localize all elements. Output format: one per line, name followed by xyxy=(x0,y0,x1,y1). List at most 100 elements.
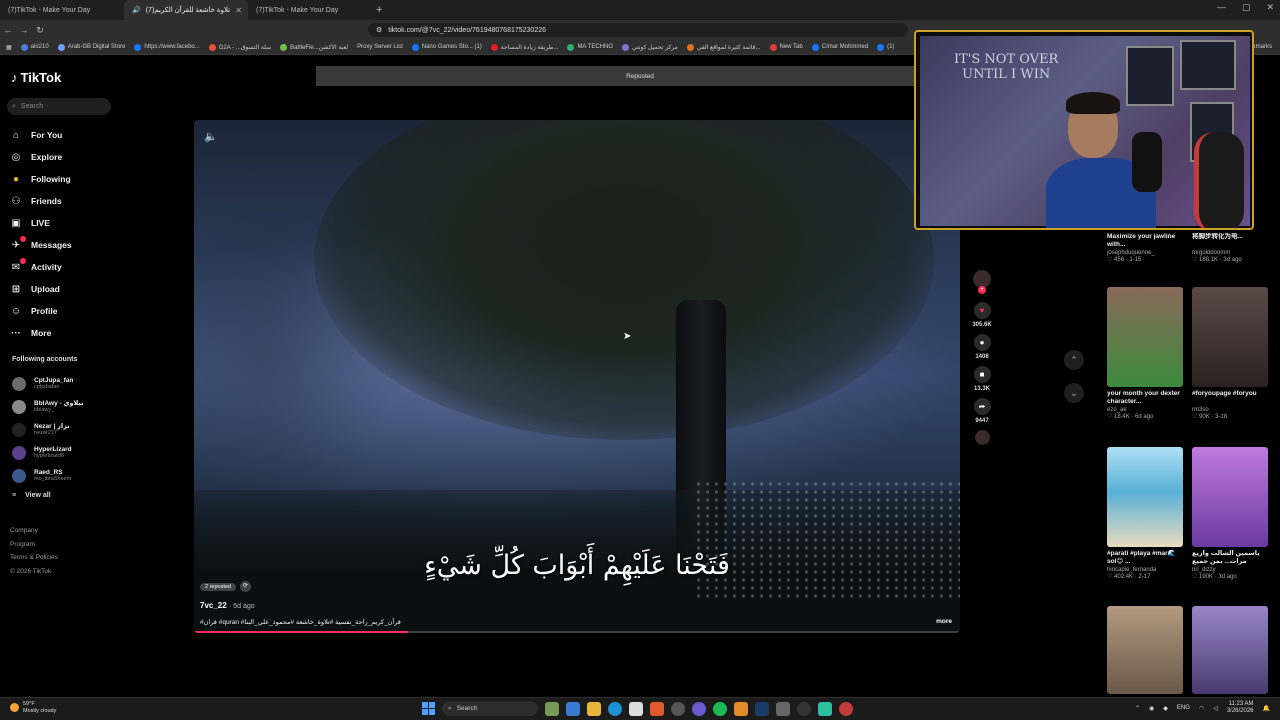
browser-tab-active[interactable]: 🔊 (7)تلاوة خاشعة للقرآن الكريم ✕ xyxy=(124,0,248,20)
spotify-icon[interactable] xyxy=(713,701,727,716)
notification-icon[interactable]: 🔔 xyxy=(1263,705,1270,712)
search-input[interactable]: ⌕ Search xyxy=(7,98,111,115)
edge-icon[interactable] xyxy=(608,701,622,716)
repost-info[interactable]: 2 reposted ⟳ xyxy=(200,581,251,592)
account-item[interactable]: HyperLizard hyperlizard6 xyxy=(12,441,84,464)
forward-icon[interactable]: → xyxy=(16,25,32,35)
obs-icon[interactable] xyxy=(797,701,811,716)
video-author[interactable]: 7vc_22 · 5d ago xyxy=(200,601,255,610)
save-button[interactable]: ■ 13.3K xyxy=(970,366,994,392)
speaker-icon[interactable]: ◁ xyxy=(1213,705,1218,712)
feed-card[interactable]: your month your dexter character... ezo_… xyxy=(1107,287,1185,420)
copilot-icon[interactable] xyxy=(566,701,580,716)
bookmark[interactable]: Proxy Server List xyxy=(357,44,403,50)
account-item[interactable]: Raed_RS mo_ibraSheem xyxy=(12,464,84,487)
clock[interactable]: 11:23 AM 3/26/2026 xyxy=(1227,701,1254,715)
bookmark-favicon xyxy=(208,43,216,51)
reload-icon[interactable]: ↻ xyxy=(32,25,48,36)
steam-icon[interactable] xyxy=(755,701,769,716)
feed-card[interactable]: #parati #playa #mar🌊sol😊 ... hincapie_fe… xyxy=(1107,447,1185,580)
footer-link-company[interactable]: Company xyxy=(10,524,58,538)
new-tab-button[interactable]: + xyxy=(376,4,382,16)
video-progress-bar[interactable] xyxy=(194,631,960,633)
footer-link-program[interactable]: Program xyxy=(10,538,58,552)
bookmark[interactable]: Címar Mohmmed xyxy=(811,43,868,51)
bookmark[interactable]: New Tab xyxy=(769,43,803,51)
chevron-up-icon[interactable]: ⌃ xyxy=(1135,705,1140,712)
app-icon[interactable] xyxy=(818,701,832,716)
app-icon[interactable] xyxy=(734,701,748,716)
creator-avatar-button[interactable]: + xyxy=(970,270,994,294)
apps-icon[interactable]: ▦ xyxy=(6,44,12,51)
nav-explore[interactable]: ◎ Explore xyxy=(10,146,72,168)
browser-tab[interactable]: (7)TikTok - Make Your Day xyxy=(0,0,124,20)
nav-more[interactable]: ··· More xyxy=(10,322,72,344)
nav-activity[interactable]: ✉ Activity xyxy=(10,256,72,278)
weather-widget[interactable]: 59°F Mostly cloudy xyxy=(10,701,56,714)
wifi-icon[interactable]: ◠ xyxy=(1199,705,1204,712)
nav-friends[interactable]: ⚇ Friends xyxy=(10,190,72,212)
nav-for-you[interactable]: ⌂ For You xyxy=(10,124,72,146)
taskbar-search[interactable]: ⌕ Search xyxy=(442,701,538,716)
language-indicator[interactable]: ENG xyxy=(1177,705,1190,711)
windows-start-icon[interactable] xyxy=(422,702,435,715)
close-tab-icon[interactable]: ✕ xyxy=(235,6,242,15)
bookmark[interactable]: Arab-GB Digital Store xyxy=(57,43,125,51)
chatgpt-icon[interactable] xyxy=(671,701,685,716)
previous-video-button[interactable]: ⌃ xyxy=(1064,350,1084,370)
bookmark[interactable]: (1) xyxy=(877,43,894,51)
minimize-button[interactable]: — xyxy=(1217,2,1226,13)
app-icon[interactable] xyxy=(839,701,853,716)
footer-link-terms[interactable]: Terms & Policies xyxy=(10,551,58,565)
close-window-button[interactable]: ✕ xyxy=(1266,2,1274,13)
settings-icon[interactable] xyxy=(776,701,790,716)
bookmark[interactable]: Nano Games Sto... (1) xyxy=(411,43,482,51)
account-item[interactable]: BblAwy - بيلاوي bblawy_ xyxy=(12,395,84,418)
video-player[interactable]: 🔈 ➤ فَتَحْنَا عَلَيْهِمْ أَبْوَابَ كُلِّ… xyxy=(194,120,960,633)
back-icon[interactable]: ← xyxy=(0,25,16,35)
bookmark[interactable]: G2A - ...سلة التسوق xyxy=(208,43,271,51)
nav-profile[interactable]: ☺ Profile xyxy=(10,300,72,322)
bookmark[interactable]: مركز تحميل كونتي xyxy=(622,43,678,51)
feed-card[interactable]: #foryoupage #foryou rm3so ♡ 90K · 3-18 xyxy=(1192,287,1270,420)
url-field[interactable]: ⚙ tiktok.com/@7vc_22/video/7619480768175… xyxy=(368,23,908,37)
next-video-button[interactable]: ⌄ xyxy=(1064,383,1084,403)
tray-app-icon[interactable]: ◉ xyxy=(1149,705,1154,712)
file-explorer-icon[interactable] xyxy=(587,701,601,716)
bookmark[interactable]: قائمة كثيرة لمواقع الفي... xyxy=(686,43,761,51)
nav-messages[interactable]: ✈ Messages xyxy=(10,234,72,256)
tiktok-logo[interactable]: ♪ TikTok xyxy=(11,70,61,85)
bookmark[interactable]: MA TECHNO xyxy=(567,43,613,51)
maximize-button[interactable]: ▢ xyxy=(1242,2,1251,13)
browser-tab[interactable]: (7)TikTok - Make Your Day xyxy=(248,0,372,20)
feed-card[interactable]: 将脚步转化为电... mrgolddoomm ♡ 188.1K · 3d ago xyxy=(1192,230,1270,263)
volume-icon[interactable]: 🔈 xyxy=(204,130,218,143)
nav-following[interactable]: ● Following xyxy=(10,168,72,190)
nav-live[interactable]: ▣ LIVE xyxy=(10,212,72,234)
bookmark[interactable]: aio210 xyxy=(20,43,49,51)
like-button[interactable]: ♥ 305.6K xyxy=(970,302,994,328)
feed-card[interactable]: Maximize your jawline with... josephduqu… xyxy=(1107,230,1185,263)
feed-card[interactable]: ياسمين الشالت وازيع مرات... بمن جميع الح… xyxy=(1192,447,1270,580)
account-item[interactable]: CptJupa_fan cptjubafan xyxy=(12,372,84,395)
store-icon[interactable] xyxy=(629,701,643,716)
feed-card[interactable] xyxy=(1107,606,1185,694)
nav-upload[interactable]: ⊞ Upload xyxy=(10,278,72,300)
share-button[interactable]: ➦ 9447 xyxy=(970,398,994,424)
discord-icon[interactable] xyxy=(692,701,706,716)
video-hashtags[interactable]: #قران #quran #قرآن_كريم_راحة_نفسية #تلاو… xyxy=(200,618,401,626)
comment-button[interactable]: ● 1408 xyxy=(970,334,994,360)
widgets-icon[interactable] xyxy=(545,701,559,716)
bookmark[interactable]: BattleFie...لعبة الاكشن xyxy=(280,43,348,51)
follow-plus-icon[interactable]: + xyxy=(978,286,986,294)
view-all-link[interactable]: ≡ View all xyxy=(12,492,51,499)
site-info-icon[interactable]: ⚙ xyxy=(376,26,382,34)
tray-app-icon[interactable]: ◆ xyxy=(1163,705,1168,712)
bookmark[interactable]: https://www.facebo... xyxy=(134,43,200,51)
more-button[interactable]: more xyxy=(936,618,952,625)
brave-icon[interactable] xyxy=(650,701,664,716)
account-item[interactable]: Nezar | نزار nezar217 xyxy=(12,418,84,441)
feed-card[interactable] xyxy=(1192,606,1270,694)
music-disc-button[interactable] xyxy=(970,430,994,445)
bookmark[interactable]: طريقة زيادة المساحة... xyxy=(490,43,558,51)
